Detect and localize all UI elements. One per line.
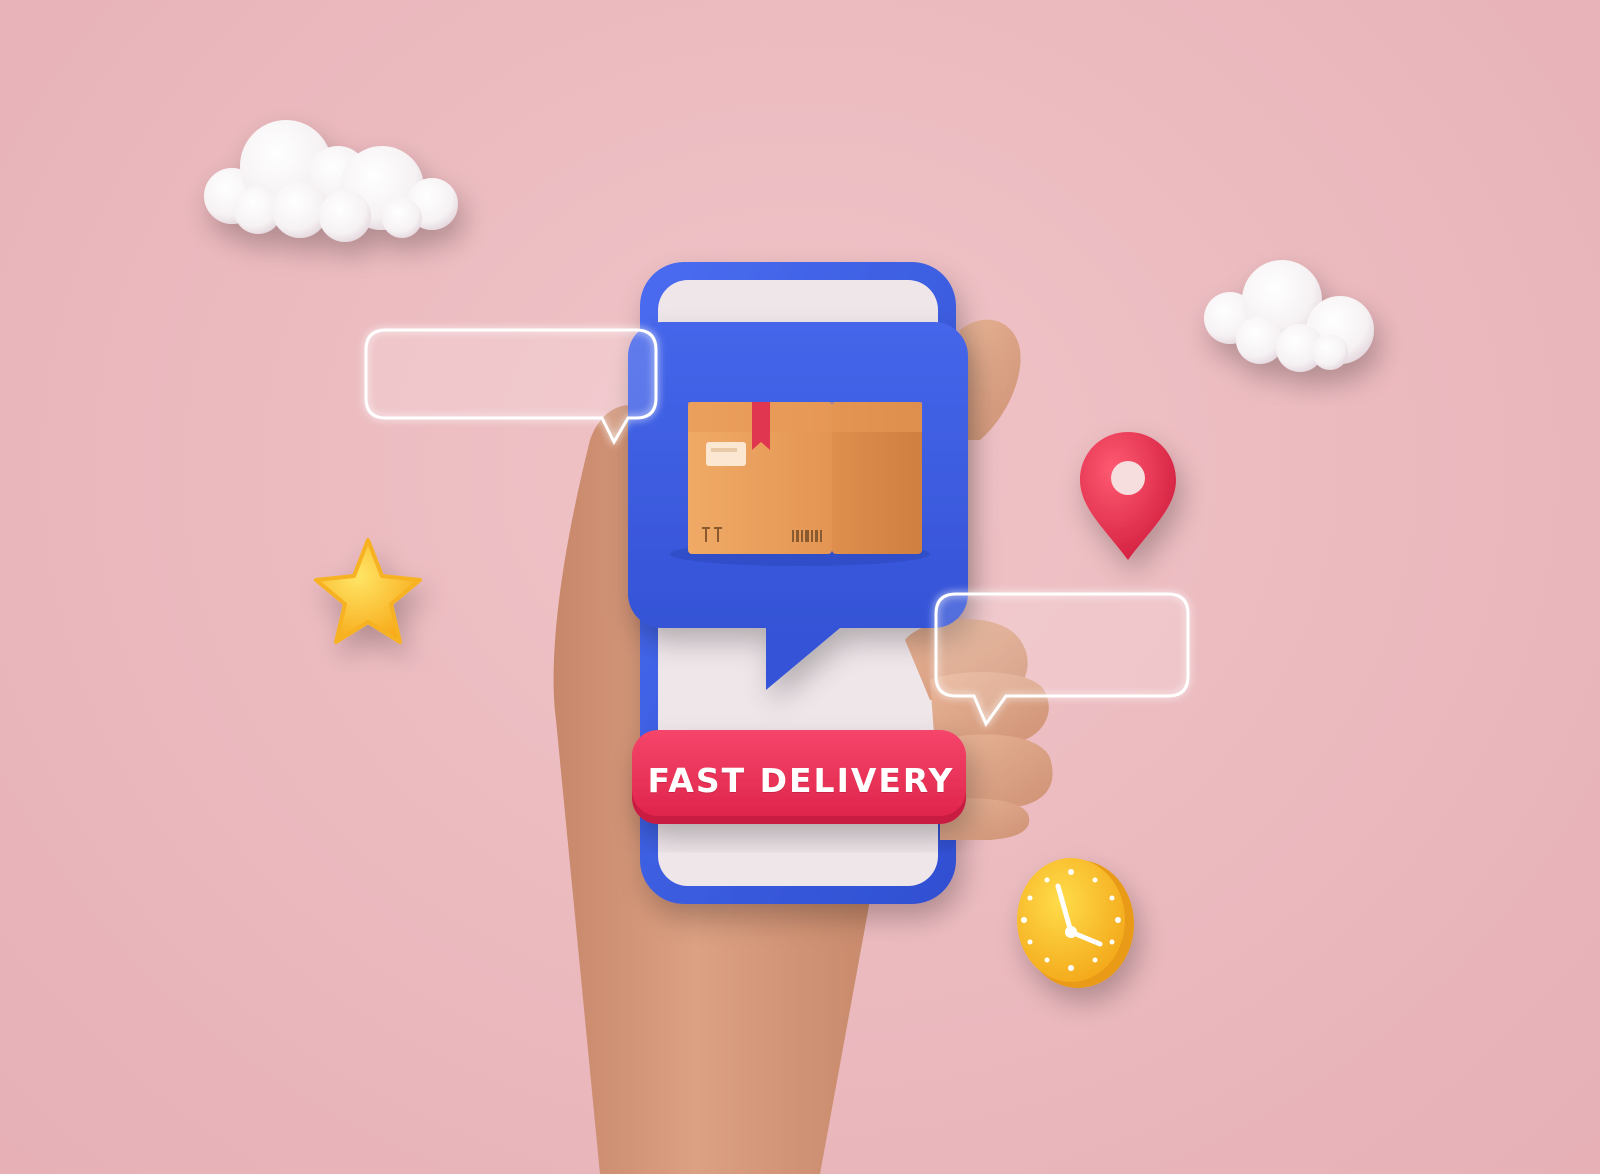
cloud-icon bbox=[204, 120, 458, 242]
fast-delivery-label: FAST DELIVERY bbox=[647, 760, 955, 800]
cloud-icon bbox=[1204, 260, 1374, 372]
clock-icon bbox=[1017, 858, 1134, 988]
package-box-icon bbox=[670, 402, 930, 566]
illustration-artwork bbox=[204, 120, 1374, 1174]
star-icon bbox=[314, 538, 422, 644]
chat-bubble-left bbox=[364, 328, 658, 446]
location-pin-icon bbox=[1080, 432, 1176, 560]
delivery-illustration: FAST DELIVERY bbox=[0, 0, 1600, 1174]
